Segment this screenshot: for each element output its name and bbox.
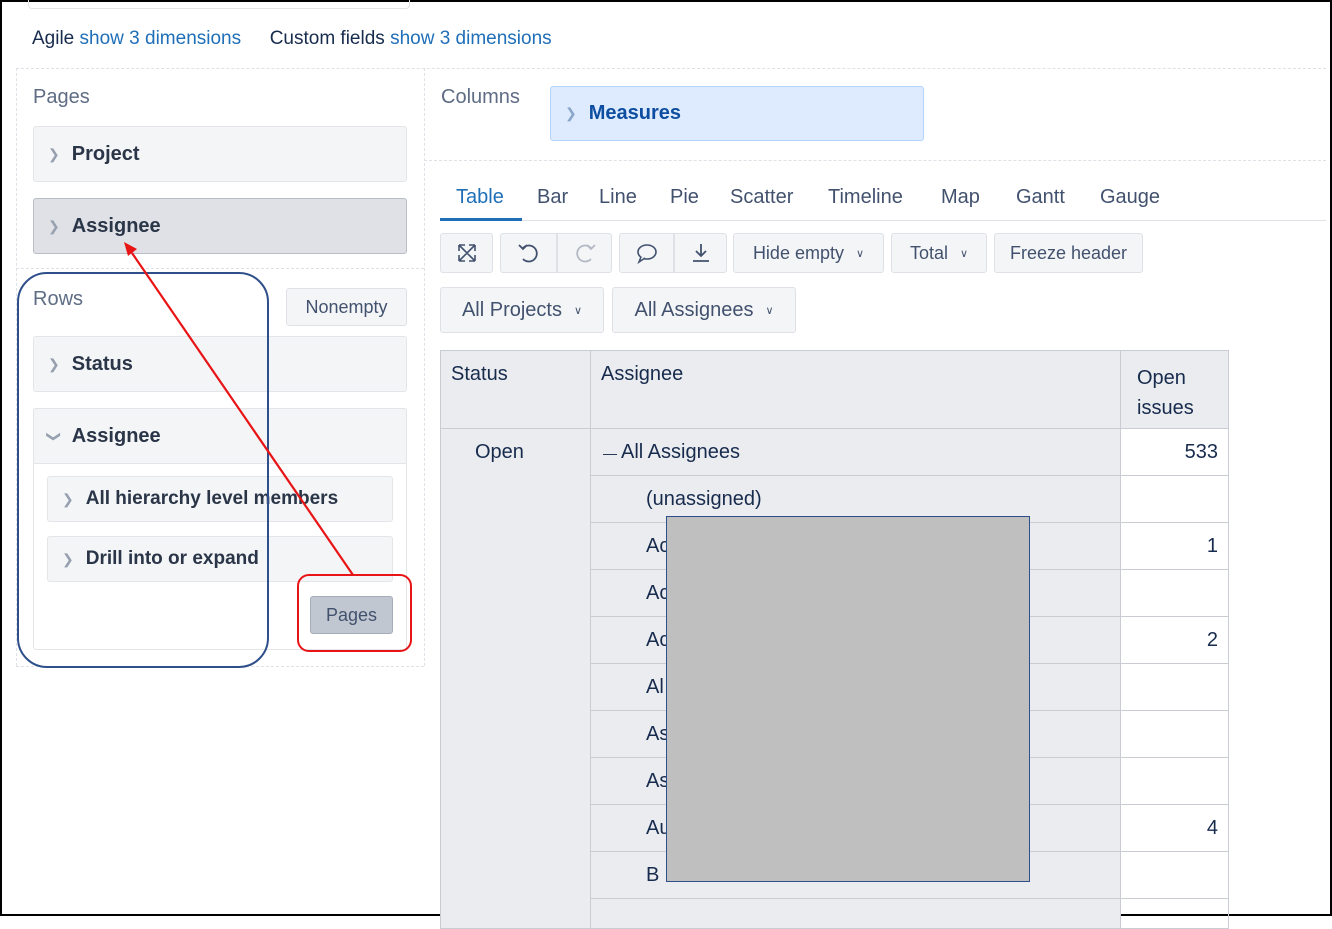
arrow-head-icon	[124, 242, 137, 256]
annotation-arrow	[124, 242, 354, 576]
